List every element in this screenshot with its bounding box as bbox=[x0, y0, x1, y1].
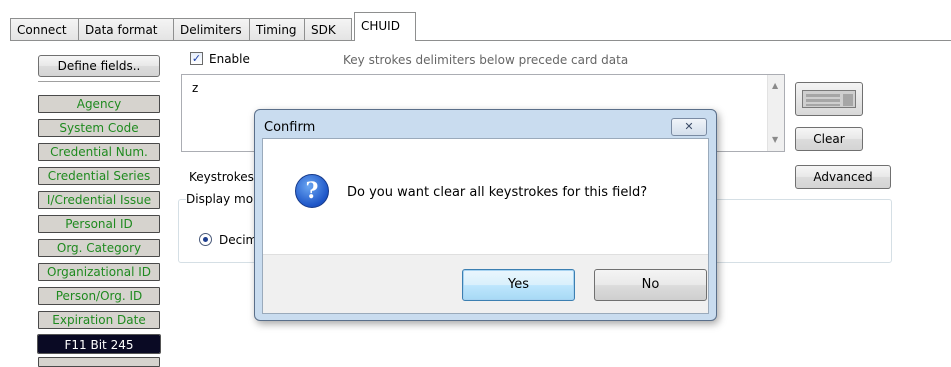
scroll-down-icon[interactable]: ▼ bbox=[772, 135, 778, 144]
define-fields-button[interactable]: Define fields.. bbox=[38, 55, 160, 77]
close-icon[interactable]: ✕ bbox=[671, 118, 707, 136]
advanced-button[interactable]: Advanced bbox=[795, 165, 891, 189]
clear-button[interactable]: Clear bbox=[795, 127, 863, 151]
field-organizational-id[interactable]: Organizational ID bbox=[38, 263, 160, 281]
enable-checkbox[interactable]: ✓ bbox=[190, 52, 203, 65]
decimal-label: Decim bbox=[219, 233, 258, 247]
yes-button[interactable]: Yes bbox=[462, 269, 575, 301]
field-org-category[interactable]: Org. Category bbox=[38, 239, 160, 257]
field-partial[interactable] bbox=[38, 357, 160, 367]
tab-data-format[interactable]: Data format bbox=[78, 18, 174, 40]
dialog-message: Do you want clear all keystrokes for thi… bbox=[347, 185, 648, 200]
tab-delimiters[interactable]: Delimiters bbox=[173, 18, 250, 40]
separator bbox=[38, 81, 160, 82]
tab-chuid[interactable]: CHUID bbox=[354, 12, 416, 41]
field-credential-issue[interactable]: I/Credential Issue bbox=[38, 191, 160, 209]
field-f11-bit-245[interactable]: F11 Bit 245 bbox=[37, 334, 161, 354]
dialog-title: Confirm bbox=[264, 120, 316, 135]
question-icon: ? bbox=[295, 174, 329, 208]
tab-divider bbox=[10, 40, 951, 41]
field-credential-num[interactable]: Credential Num. bbox=[38, 143, 160, 161]
decimal-radio[interactable] bbox=[199, 233, 212, 246]
scroll-up-icon[interactable]: ▲ bbox=[772, 81, 778, 90]
delimiter-hint: Key strokes delimiters below precede car… bbox=[343, 53, 629, 67]
field-system-code[interactable]: System Code bbox=[38, 119, 160, 137]
textarea-scrollbar[interactable]: ▲ ▼ bbox=[767, 75, 784, 151]
keyboard-button[interactable] bbox=[795, 82, 863, 116]
tab-connect[interactable]: Connect bbox=[10, 18, 79, 40]
keystrokes-label: Keystrokes bbox=[189, 170, 254, 184]
no-button[interactable]: No bbox=[594, 269, 707, 301]
enable-label: Enable bbox=[209, 52, 250, 66]
dialog-footer: Yes No bbox=[263, 254, 708, 313]
keystrokes-value: z bbox=[192, 81, 199, 95]
tab-bar: Connect Data format Delimiters Timing SD… bbox=[10, 0, 950, 42]
field-personal-id[interactable]: Personal ID bbox=[38, 215, 160, 233]
field-expiration-date[interactable]: Expiration Date bbox=[38, 311, 160, 329]
keyboard-icon bbox=[802, 90, 856, 108]
field-credential-series[interactable]: Credential Series bbox=[38, 167, 160, 185]
field-person-org-id[interactable]: Person/Org. ID bbox=[38, 287, 160, 305]
dialog-body: ? Do you want clear all keystrokes for t… bbox=[262, 138, 709, 314]
confirm-dialog: Confirm ✕ ? Do you want clear all keystr… bbox=[254, 109, 717, 321]
tab-timing[interactable]: Timing bbox=[249, 18, 305, 40]
field-agency[interactable]: Agency bbox=[38, 95, 160, 113]
tab-sdk[interactable]: SDK bbox=[304, 18, 352, 40]
display-mode-label: Display mo bbox=[186, 192, 256, 206]
